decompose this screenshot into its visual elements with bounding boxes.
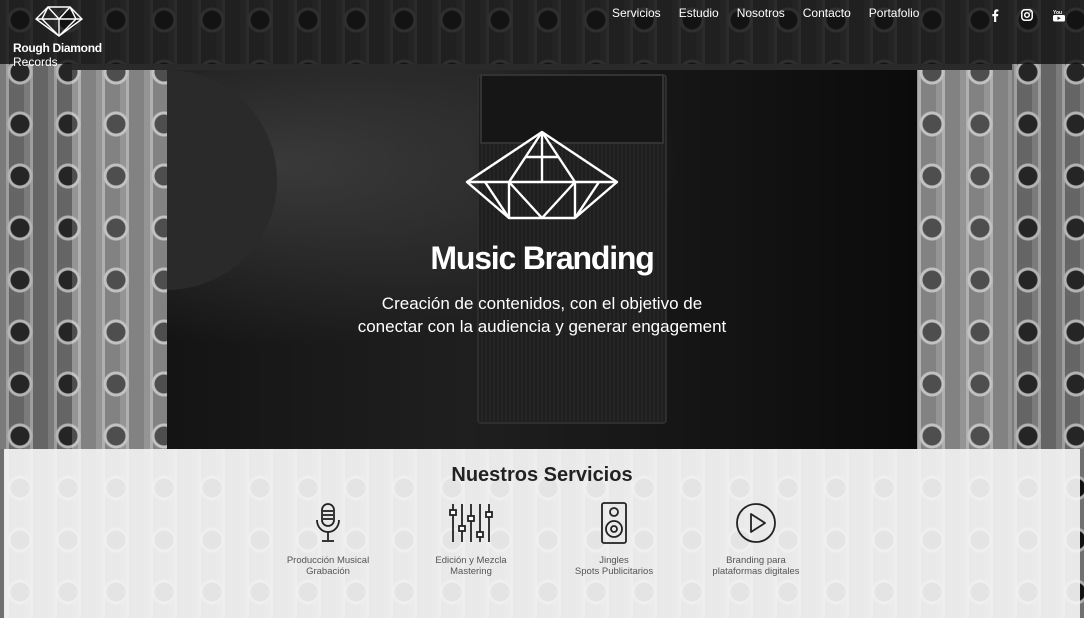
service-jingles[interactable]: Jingles Spots Publicitarios bbox=[539, 501, 689, 577]
diamond-emblem-icon bbox=[465, 130, 619, 220]
facebook-icon[interactable] bbox=[988, 8, 1002, 22]
brand-name: Rough Diamond bbox=[13, 41, 102, 55]
hero-subtitle-line1: Creación de contenidos, con el objetivo … bbox=[381, 294, 703, 313]
nav-estudio[interactable]: Estudio bbox=[671, 6, 729, 20]
service-label-line2: Spots Publicitarios bbox=[574, 566, 654, 577]
left-hero-border bbox=[72, 64, 167, 449]
services-title: Nuestros Servicios bbox=[451, 464, 633, 486]
service-label-line2: Grabación bbox=[306, 566, 350, 577]
diamond-logo-icon bbox=[34, 6, 84, 37]
hero-subtitle-line2: conectar con la audiencia y generar enga… bbox=[357, 317, 727, 336]
right-hero-border bbox=[917, 64, 1012, 449]
hero-title: Music Branding bbox=[430, 240, 654, 276]
service-label-line1: Branding para bbox=[726, 555, 786, 566]
brand-logo[interactable]: Rough Diamond Records bbox=[12, 5, 112, 69]
hero-subtitle: Creación de contenidos, con el objetivo … bbox=[167, 292, 917, 338]
play-circle-icon bbox=[681, 501, 831, 545]
service-label-line1: Jingles bbox=[599, 555, 629, 566]
speaker-icon bbox=[539, 501, 689, 545]
service-label-line1: Edición y Mezcla bbox=[435, 555, 507, 566]
services-section: Nuestros Servicios Producción Musical Gr… bbox=[4, 449, 1080, 618]
brand-subtitle: Records bbox=[13, 55, 58, 69]
instagram-icon[interactable] bbox=[1020, 8, 1034, 22]
service-edicion[interactable]: Edición y Mezcla Mastering bbox=[396, 501, 546, 577]
nav-servicios[interactable]: Servicios bbox=[604, 6, 671, 20]
microphone-icon bbox=[253, 501, 403, 545]
youtube-icon[interactable]: You bbox=[1052, 8, 1066, 22]
right-margin bbox=[1012, 64, 1084, 449]
social-links: You bbox=[988, 8, 1066, 22]
nav-nosotros[interactable]: Nosotros bbox=[729, 6, 795, 20]
hero-banner: Music Branding Creación de contenidos, c… bbox=[167, 70, 917, 449]
service-label-line1: Producción Musical bbox=[286, 555, 370, 566]
top-navigation-bar: Rough Diamond Records Servicios Estudio … bbox=[0, 0, 1084, 69]
left-margin bbox=[0, 64, 72, 449]
main-nav: Servicios Estudio Nosotros Contacto Port… bbox=[604, 6, 929, 20]
nav-contacto[interactable]: Contacto bbox=[795, 6, 861, 20]
nav-portafolio[interactable]: Portafolio bbox=[861, 6, 930, 20]
mixer-sliders-icon bbox=[396, 501, 546, 545]
service-branding[interactable]: Branding para plataformas digitales bbox=[681, 501, 831, 577]
service-produccion[interactable]: Producción Musical Grabación bbox=[253, 501, 403, 577]
service-label-line2: Mastering bbox=[450, 566, 492, 577]
service-label-line2: plataformas digitales bbox=[712, 566, 800, 577]
